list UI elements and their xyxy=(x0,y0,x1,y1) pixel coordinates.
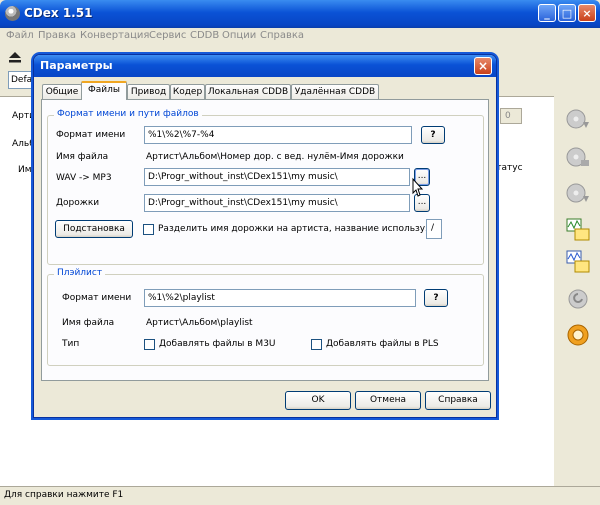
tab-files[interactable]: Файлы xyxy=(81,81,127,100)
pls-label: Добавлять файлы в PLS xyxy=(326,339,439,349)
cdex-app-icon xyxy=(5,6,20,21)
eject-icon[interactable] xyxy=(6,48,24,66)
dialog-title: Параметры xyxy=(40,59,113,72)
wav-mp3-path-input[interactable]: D:\Progr_without_inst\CDex151\my music\ xyxy=(144,168,410,186)
settings-dialog: Параметры × Общие Файлы Привод Кодер Лок… xyxy=(33,54,497,418)
pls-checkbox[interactable] xyxy=(311,339,322,350)
status-text: Для справки нажмите F1 xyxy=(4,490,124,500)
files-tab-panel: Формат имени и пути файлов Формат имени … xyxy=(41,99,489,381)
tab-encoder[interactable]: Кодер xyxy=(170,84,205,99)
format-help-button[interactable]: ? xyxy=(421,126,445,144)
playlist-format-input[interactable]: %1\%2\playlist xyxy=(144,289,416,307)
filename-preview: Артист\Альбом\Номер дор. с вед. нулём-Им… xyxy=(146,152,404,162)
playlist-group: Плэйлист Формат имени %1\%2\playlist ? И… xyxy=(47,268,484,366)
menu-file[interactable]: Файл xyxy=(6,30,34,41)
menu-options[interactable]: Опции xyxy=(222,30,256,41)
status-bar: Для справки нажмите F1 xyxy=(0,486,600,505)
close-icon[interactable]: × xyxy=(578,4,596,22)
split-separator-input[interactable]: / xyxy=(426,219,442,239)
menu-help[interactable]: Справка xyxy=(260,30,304,41)
playlist-type-label: Тип xyxy=(62,339,80,349)
split-track-name-checkbox[interactable] xyxy=(143,224,154,235)
cd-extract-mp3-icon[interactable] xyxy=(565,144,591,170)
playlist-format-label: Формат имени xyxy=(62,293,132,303)
tab-local-cddb[interactable]: Локальная CDDB xyxy=(205,84,291,99)
side-toolbar xyxy=(557,96,600,488)
tracks-label: Дорожки xyxy=(56,198,100,208)
album-label: Альб xyxy=(12,139,35,149)
playlist-group-title: Плэйлист xyxy=(54,268,106,278)
menu-service[interactable]: Сервис xyxy=(149,30,186,41)
playlist-filename-preview: Артист\Альбом\playlist xyxy=(146,318,253,328)
wav-mp3-label: WAV -> MP3 xyxy=(56,173,112,183)
app-title: CDex 1.51 xyxy=(24,6,93,20)
m3u-label: Добавлять файлы в M3U xyxy=(159,339,276,349)
cancel-button[interactable]: Отмена xyxy=(355,391,421,410)
name-column-header: Им xyxy=(18,165,32,175)
split-track-name-label: Разделить имя дорожки на артиста, назван… xyxy=(158,224,434,234)
menu-bar: Файл Правка Конвертация Сервис CDDB Опци… xyxy=(0,28,600,46)
cd-extract-icon[interactable] xyxy=(565,106,591,132)
menu-cddb[interactable]: CDDB xyxy=(190,30,219,41)
tab-general[interactable]: Общие xyxy=(42,84,82,99)
format-name-label: Формат имени xyxy=(56,130,126,140)
cd-extract-track-icon[interactable] xyxy=(565,180,591,206)
menu-edit[interactable]: Правка xyxy=(38,30,76,41)
playlist-filename-label: Имя файла xyxy=(62,318,115,328)
playlist-help-button[interactable]: ? xyxy=(424,289,448,307)
dialog-title-bar[interactable]: Параметры × xyxy=(34,55,496,77)
settings-gear-icon[interactable] xyxy=(565,322,591,348)
tab-remote-cddb[interactable]: Удалённая CDDB xyxy=(291,84,379,99)
m3u-checkbox[interactable] xyxy=(144,339,155,350)
dialog-close-icon[interactable]: × xyxy=(474,57,492,75)
play-icon[interactable] xyxy=(565,286,591,312)
format-name-input[interactable]: %1\%2\%7-%4 xyxy=(144,126,412,144)
help-button[interactable]: Справка xyxy=(425,391,491,410)
maximize-icon[interactable]: □ xyxy=(558,4,576,22)
wav-convert-icon[interactable] xyxy=(565,216,591,242)
tab-drive[interactable]: Привод xyxy=(127,84,170,99)
mp3-convert-icon[interactable] xyxy=(565,248,591,274)
main-title-bar[interactable]: CDex 1.51 _ □ × xyxy=(0,0,600,28)
minimize-icon[interactable]: _ xyxy=(538,4,556,22)
filename-label: Имя файла xyxy=(56,152,109,162)
substitute-button[interactable]: Подстановка xyxy=(55,220,133,238)
menu-convert[interactable]: Конвертация xyxy=(80,30,149,41)
ok-button[interactable]: OK xyxy=(285,391,351,410)
year-field[interactable]: 0 xyxy=(500,108,522,124)
tracks-path-input[interactable]: D:\Progr_without_inst\CDex151\my music\ xyxy=(144,194,410,212)
filename-format-group-title: Формат имени и пути файлов xyxy=(54,109,202,119)
artist-label: Арти xyxy=(12,111,35,121)
mouse-pointer-icon xyxy=(412,177,424,197)
